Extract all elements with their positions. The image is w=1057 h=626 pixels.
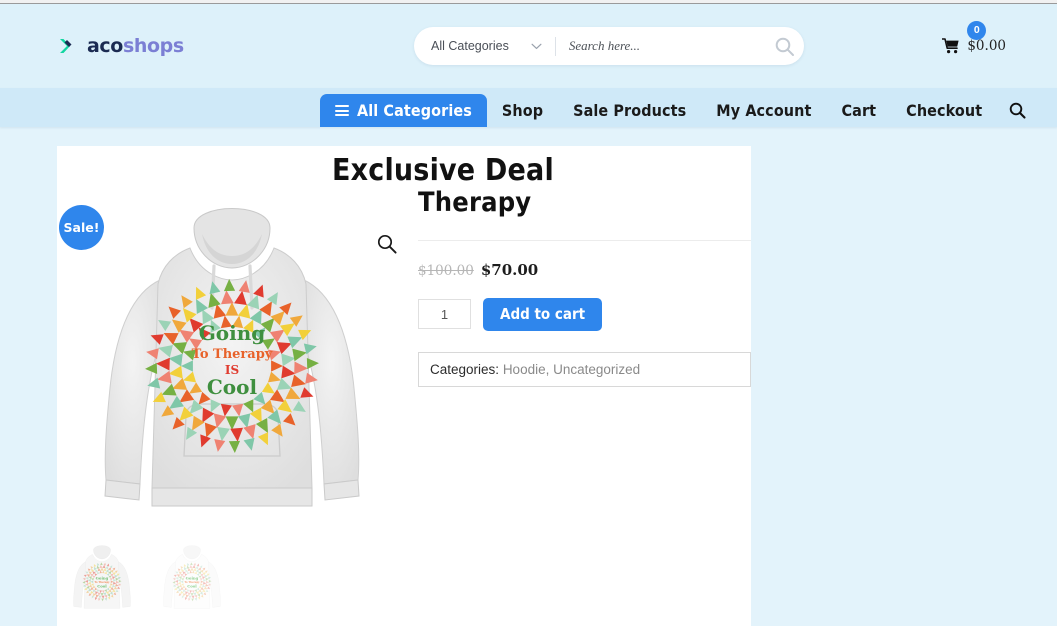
search-category-dropdown[interactable]: All Categories: [414, 27, 555, 65]
nav-item-label: Shop: [501, 101, 544, 120]
graphic-line-4: Cool: [207, 375, 258, 399]
product-title: Therapy: [418, 187, 532, 218]
logo-wordmark: acoshops: [87, 35, 184, 57]
search-submit-button[interactable]: [764, 36, 804, 57]
svg-text:Cool: Cool: [187, 584, 197, 589]
thumbnail-list: Going To Therapy Cool Going To Therapy C…: [65, 541, 229, 615]
nav-items-container: All Categories Shop Sale Products My Acc…: [320, 94, 1038, 127]
search-icon: [1009, 102, 1026, 119]
nav-item-sale-products[interactable]: Sale Products: [558, 94, 701, 127]
page-content: Exclusive Deal Sale! Going To Therapy IS…: [0, 127, 1057, 626]
product-summary: Therapy $100.00 $70.00 Add to cart Categ…: [418, 188, 751, 387]
chevron-down-icon: [531, 43, 542, 49]
header-search-bar: All Categories: [414, 27, 804, 65]
nav-all-categories-button[interactable]: All Categories: [320, 94, 487, 127]
site-logo[interactable]: acoshops: [24, 35, 414, 57]
hamburger-icon: [335, 105, 349, 116]
add-to-cart-button[interactable]: Add to cart: [483, 297, 603, 331]
search-category-label: All Categories: [431, 39, 509, 53]
nav-item-shop[interactable]: Shop: [487, 94, 558, 127]
svg-text:Going: Going: [186, 576, 199, 581]
sale-badge: Sale!: [59, 205, 104, 250]
main-navigation: All Categories Shop Sale Products My Acc…: [0, 88, 1057, 127]
add-to-cart-form: Add to cart: [418, 297, 751, 331]
nav-item-my-account[interactable]: My Account: [701, 94, 826, 127]
nav-item-label: Sale Products: [573, 101, 687, 120]
nav-item-cart[interactable]: Cart: [827, 94, 892, 127]
page-root: acoshops All Categories 0: [0, 4, 1057, 626]
title-divider: [418, 239, 751, 241]
site-header: acoshops All Categories 0: [0, 4, 1057, 88]
categories-box: Categories: Hoodie, Uncategorized: [418, 351, 751, 387]
exclusive-deal-heading: Exclusive Deal: [332, 153, 554, 188]
search-input[interactable]: [555, 38, 764, 54]
graphic-line-1: Going: [199, 321, 266, 345]
original-price: $100.00: [418, 262, 474, 279]
price-row: $100.00 $70.00: [418, 261, 751, 279]
nav-search-toggle[interactable]: [997, 94, 1038, 127]
cart-widget[interactable]: 0 $0.00: [942, 21, 1033, 54]
magnifier-zoom-icon: [377, 234, 397, 254]
nav-item-checkout[interactable]: Checkout: [891, 94, 997, 127]
categories-value[interactable]: Hoodie, Uncategorized: [503, 362, 640, 377]
quantity-input[interactable]: [418, 299, 471, 330]
search-icon: [775, 37, 794, 56]
categories-label: Categories:: [430, 361, 500, 377]
image-zoom-button[interactable]: [376, 233, 398, 260]
logo-text-aco: aco: [87, 35, 123, 57]
arrow-mark-icon: [60, 39, 72, 53]
nav-item-label: Cart: [841, 101, 877, 120]
product-card: Exclusive Deal Sale! Going To Therapy IS…: [57, 146, 751, 626]
product-main-image[interactable]: Going To Therapy IS Cool: [82, 188, 382, 518]
nav-item-label: Checkout: [906, 101, 983, 120]
thumbnail-image-2[interactable]: Going To Therapy Cool: [155, 541, 229, 615]
svg-text:Cool: Cool: [97, 584, 107, 589]
thumbnail-image-1[interactable]: Going To Therapy Cool: [65, 541, 139, 615]
sale-price: $70.00: [480, 260, 539, 279]
svg-text:Going: Going: [96, 576, 109, 581]
nav-all-categories-label: All Categories: [357, 101, 472, 120]
logo-text-shops: shops: [122, 35, 184, 57]
nav-item-label: My Account: [716, 101, 812, 120]
graphic-line-2: To Therapy: [192, 347, 273, 362]
shopping-cart-icon: [942, 38, 959, 54]
cart-total-amount: $0.00: [967, 38, 1006, 54]
